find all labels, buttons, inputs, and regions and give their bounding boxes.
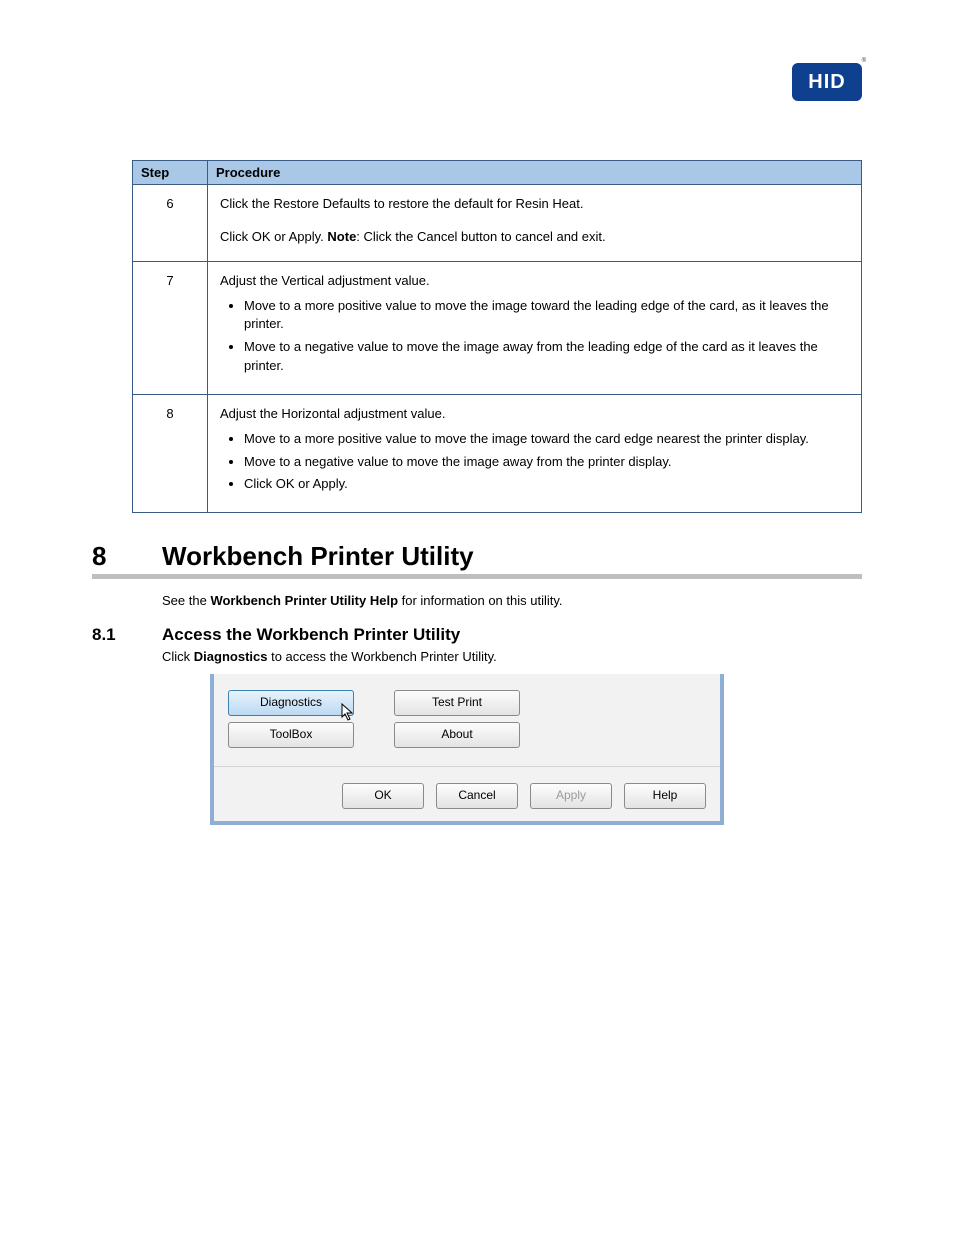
toolbox-button[interactable]: ToolBox (228, 722, 354, 748)
help-button[interactable]: Help (624, 783, 706, 809)
step-number: 8 (133, 394, 208, 512)
procedure-text: Click the Restore Defaults to restore th… (220, 195, 849, 214)
step-procedure: Click the Restore Defaults to restore th… (208, 185, 862, 262)
test-print-button[interactable]: Test Print (394, 690, 520, 716)
diagnostics-button[interactable]: Diagnostics (228, 690, 354, 716)
procedure-text: Adjust the Horizontal adjustment value. (220, 405, 849, 424)
table-row: 7 Adjust the Vertical adjustment value. … (133, 261, 862, 394)
text-fragment: for information on this utility. (398, 593, 563, 608)
text-fragment: to access the Workbench Printer Utility. (267, 649, 496, 664)
apply-button[interactable]: Apply (530, 783, 612, 809)
step-procedure: Adjust the Vertical adjustment value. Mo… (208, 261, 862, 394)
note-label: Note (327, 229, 356, 244)
hid-logo: HID (792, 63, 862, 101)
ok-button[interactable]: OK (342, 783, 424, 809)
section-divider (92, 574, 862, 579)
text-fragment: Click (162, 649, 194, 664)
text-fragment: Click OK or Apply. (220, 229, 327, 244)
cancel-button[interactable]: Cancel (436, 783, 518, 809)
subsection-title: Access the Workbench Printer Utility (162, 625, 460, 644)
bullet-item: Move to a negative value to move the ima… (244, 338, 849, 376)
text-bold: Diagnostics (194, 649, 268, 664)
procedure-table: Step Procedure 6 Click the Restore Defau… (132, 160, 862, 513)
section-title: Workbench Printer Utility (162, 541, 474, 571)
step-procedure: Adjust the Horizontal adjustment value. … (208, 394, 862, 512)
text-fragment: : Click the Cancel button to cancel and … (356, 229, 605, 244)
bullet-item: Move to a negative value to move the ima… (244, 453, 849, 472)
button-label: Diagnostics (260, 695, 322, 709)
step-number: 6 (133, 185, 208, 262)
table-header-step: Step (133, 161, 208, 185)
cursor-icon (341, 703, 355, 721)
table-header-procedure: Procedure (208, 161, 862, 185)
bullet-item: Move to a more positive value to move th… (244, 297, 849, 335)
table-row: 8 Adjust the Horizontal adjustment value… (133, 394, 862, 512)
logo-registered-mark: ® (862, 58, 866, 64)
text-fragment: See the (162, 593, 210, 608)
subsection-description: Click Diagnostics to access the Workbenc… (162, 649, 862, 664)
text-bold: Workbench Printer Utility Help (210, 593, 398, 608)
about-button[interactable]: About (394, 722, 520, 748)
dialog-window: Diagnostics Test Print ToolBox About (210, 674, 724, 825)
section-description: See the Workbench Printer Utility Help f… (162, 591, 862, 611)
dialog-separator (214, 766, 720, 767)
subsection-number: 8.1 (92, 625, 162, 645)
bullet-item: Move to a more positive value to move th… (244, 430, 849, 449)
procedure-text: Click OK or Apply. Note: Click the Cance… (220, 228, 849, 247)
procedure-text: Adjust the Vertical adjustment value. (220, 272, 849, 291)
section-number: 8 (92, 541, 162, 572)
step-number: 7 (133, 261, 208, 394)
bullet-item: Click OK or Apply. (244, 475, 849, 494)
table-row: 6 Click the Restore Defaults to restore … (133, 185, 862, 262)
